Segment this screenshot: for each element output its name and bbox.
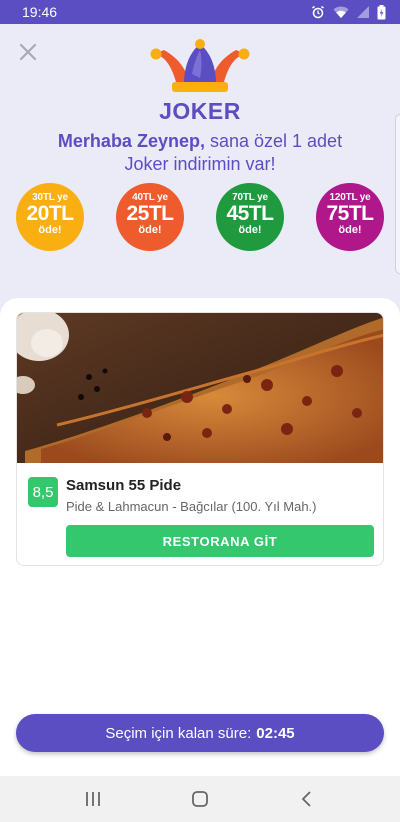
greeting-rest: sana özel 1 adet	[204, 131, 343, 151]
back-button[interactable]	[287, 784, 327, 814]
discount-badge-20tl[interactable]: 30TL ye 20TL öde!	[16, 183, 84, 251]
greeting-line2: Joker indirimin var!	[124, 154, 276, 174]
go-to-restaurant-button[interactable]: RESTORANA GİT	[66, 525, 374, 557]
content-sheet: 8,5 Samsun 55 Pide Pide & Lahmacun - Bağ…	[0, 298, 400, 776]
alarm-icon	[312, 5, 324, 19]
badge-pay-amount: 45TL	[226, 202, 274, 225]
recent-apps-button[interactable]	[73, 784, 113, 814]
joker-header: JOKER Merhaba Zeynep, sana özel 1 adet J…	[0, 24, 400, 320]
badge-pay-amount: 20TL	[26, 202, 74, 225]
system-nav-bar	[0, 776, 400, 822]
discount-badge-75tl[interactable]: 120TL ye 75TL öde!	[316, 183, 384, 251]
discount-badge-25tl[interactable]: 40TL ye 25TL öde!	[116, 183, 184, 251]
status-time: 19:46	[22, 4, 58, 20]
selection-timer[interactable]: Seçim için kalan süre: 02:45	[16, 714, 384, 752]
joker-logo: JOKER	[148, 38, 252, 124]
battery-icon	[377, 4, 386, 19]
rating-badge: 8,5	[28, 477, 58, 507]
close-button[interactable]	[16, 40, 40, 64]
restaurant-category: Pide & Lahmacun - Bağcılar (100. Yıl Mah…	[66, 499, 317, 514]
restaurant-name: Samsun 55 Pide	[66, 477, 182, 494]
badge-pay-amount: 25TL	[126, 202, 174, 225]
jester-hat-icon	[150, 39, 250, 92]
signal-icon	[357, 6, 369, 18]
badge-suffix: öde!	[238, 224, 262, 236]
badge-suffix: öde!	[138, 224, 162, 236]
badge-suffix: öde!	[38, 224, 62, 236]
greeting-name: Merhaba Zeynep,	[57, 131, 205, 151]
side-panel-handle[interactable]	[395, 114, 400, 274]
home-button[interactable]	[180, 784, 220, 814]
timer-label: Seçim için kalan süre:	[105, 724, 252, 742]
wifi-icon	[333, 6, 349, 18]
pide-food-image	[17, 313, 383, 463]
discount-badge-45tl[interactable]: 70TL ye 45TL öde!	[216, 183, 284, 251]
home-icon	[192, 791, 208, 807]
status-bar: 19:46	[0, 0, 400, 24]
close-icon	[19, 43, 37, 61]
recent-apps-icon	[86, 792, 101, 806]
badge-suffix: öde!	[338, 224, 362, 236]
status-icons	[311, 4, 386, 20]
greeting-text: Merhaba Zeynep, sana özel 1 adet Joker i…	[20, 130, 380, 176]
back-icon	[301, 791, 311, 807]
restaurant-card[interactable]: 8,5 Samsun 55 Pide Pide & Lahmacun - Bağ…	[16, 312, 384, 566]
timer-value: 02:45	[256, 724, 295, 742]
badge-pay-amount: 75TL	[326, 202, 374, 225]
logo-text: JOKER	[159, 98, 241, 124]
discount-badges: 30TL ye 20TL öde! 40TL ye 25TL öde! 70TL…	[16, 183, 384, 251]
